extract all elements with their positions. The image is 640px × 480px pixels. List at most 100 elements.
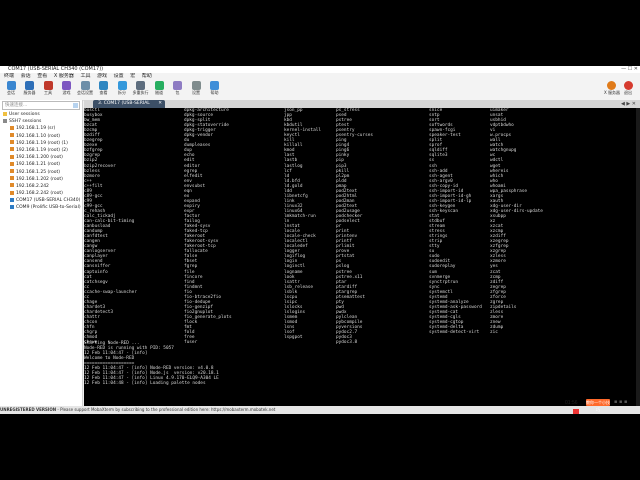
toolbar-button-label: 会话设置	[77, 90, 93, 95]
session-item[interactable]: SSH7 sessions	[0, 118, 82, 125]
window-title: COM17 (USB-SERIAL CH340 (COM17))	[8, 66, 104, 72]
menu-xserver[interactable]: X 服务器	[54, 73, 74, 79]
ssh-session-icon	[10, 161, 14, 166]
session-item[interactable]: 192.168.1.19 (sr)	[0, 125, 82, 132]
toolbar-button-label: 查看	[99, 90, 108, 95]
toolbar-button[interactable]: 服务器	[21, 81, 39, 96]
session-item-label: COM17 (USB-SERIAL CH340)	[16, 198, 81, 204]
xserver-button[interactable]: X 服务器	[604, 81, 620, 96]
ssh-session-icon	[10, 125, 14, 130]
exit-button[interactable]: 退出	[621, 81, 635, 96]
toolbar-icon	[154, 81, 164, 90]
session-item-label: 192.168.1.25 (root)	[16, 169, 61, 175]
session-item-label: 192.168.2.242 (root)	[16, 191, 63, 197]
toolbar: 会话 服务器 工具 游戏 会话设置 查看 拆分 多重执行 隧道 包 设置 帮助 X 服务器 退出	[0, 80, 640, 101]
xserver-icon	[606, 81, 616, 90]
session-item[interactable]: 192.168.1.202 (root)	[0, 176, 82, 183]
menu-tools[interactable]: 工具	[80, 73, 90, 79]
brand-icon	[573, 409, 579, 414]
toolbar-button[interactable]: 拆分	[113, 81, 131, 96]
session-item-label: User sessions	[9, 112, 40, 117]
toolbar-button[interactable]: 游戏	[58, 81, 76, 96]
session-item[interactable]: 192.168.1.19 (root) (2)	[0, 147, 82, 154]
folder-icon	[3, 111, 7, 116]
ssh-session-icon	[10, 133, 14, 138]
menu-view[interactable]: 查看	[37, 73, 47, 79]
toolbar-icon	[43, 81, 53, 90]
toolbar-icon	[136, 81, 145, 90]
support-message[interactable]: - Please support MobaXterm by subscribin…	[56, 407, 275, 412]
session-item-label: 192.168.1.21 (root)	[16, 162, 61, 168]
menu-games[interactable]: 游戏	[97, 73, 107, 79]
toolbar-button[interactable]: 隧道	[150, 81, 168, 96]
toolbar-button[interactable]: 会话设置	[76, 81, 94, 96]
menu-help[interactable]: 帮助	[142, 73, 152, 79]
tips-button[interactable]: 教你一个小技巧	[586, 399, 610, 412]
window-controls[interactable]: — ☐ ✕	[621, 66, 638, 73]
close-icon[interactable]: ✕	[158, 100, 162, 108]
toolbar-button[interactable]: 设置	[187, 81, 205, 96]
session-item[interactable]: 192.168.1.10 (root)	[0, 133, 82, 140]
toolbar-button[interactable]: 会话	[2, 81, 20, 96]
title-bar: COM17 (USB-SERIAL CH340 (COM17)) — ☐ ✕	[0, 66, 640, 73]
session-item-label: COM9 (Prolific USB-to-Serial)	[16, 205, 81, 211]
listing-column: json_pp jpp kbd kbdutil kernel-install k…	[284, 108, 322, 341]
tab-nav-controls[interactable]: ◀ ▶ ✕	[621, 100, 636, 108]
tray-icons[interactable]: ▪ ▪ ▪	[614, 399, 627, 405]
session-item[interactable]: 192.168.1.25 (root)	[0, 169, 82, 176]
serial-port-icon	[10, 204, 14, 209]
session-item-label: 192.168.1.10 (root)	[16, 133, 61, 139]
session-item[interactable]: COM9 (Prolific USB-to-Serial)	[0, 204, 82, 211]
tray-area: 教你一个小技巧 ▪ ▪ ▪	[586, 399, 638, 412]
clock: 01:56	[565, 400, 578, 406]
session-item[interactable]: 192.168.1.21 (root)	[0, 161, 82, 168]
menu-sessions[interactable]: 会话	[21, 73, 31, 79]
quick-connect-input[interactable]: 快速连接...	[2, 101, 80, 110]
session-item[interactable]: 192.168.1.19 (root) (1)	[0, 140, 82, 147]
toolbar-button-label: 包	[175, 90, 180, 95]
session-sidebar: 快速连接... User sessions SSH7 sessions 192.16…	[0, 100, 83, 414]
session-item-label: 192.168.2.242	[16, 183, 49, 189]
toolbar-button[interactable]: 查看	[95, 81, 113, 96]
ssh-session-icon	[10, 140, 14, 145]
session-item-label: 192.168.1.19 (root) (1)	[16, 140, 68, 146]
session-item[interactable]: User sessions	[0, 111, 82, 118]
toolbar-button-label: 多重执行	[132, 90, 149, 95]
session-item[interactable]: 192.168.2.242 (root)	[0, 190, 82, 197]
terminal-scrollbar[interactable]	[636, 108, 640, 414]
toolbar-button-label: 游戏	[62, 90, 71, 95]
status-bar: UNREGISTERED VERSION - Please support Mo…	[0, 406, 640, 414]
ssh-session-icon	[10, 190, 14, 195]
session-item-label: 192.168.1.19 (root) (2)	[16, 147, 68, 153]
listing-column: busctl busybox bw_mem bzcat bzcmp bzdiff…	[84, 108, 137, 346]
toolbar-button-label: 拆分	[118, 90, 126, 95]
power-icon	[623, 81, 633, 90]
session-item[interactable]: COM17 (USB-SERIAL CH340)	[0, 197, 82, 204]
session-item[interactable]: 192.168.2.242	[0, 183, 82, 190]
toolbar-icon	[173, 81, 182, 90]
toolbar-button[interactable]: 工具	[39, 81, 57, 96]
toolbar-button-label: 隧道	[155, 90, 163, 95]
toolbar-icon	[80, 81, 90, 90]
toolbar-icon	[25, 81, 34, 90]
menu-terminal[interactable]: 终端	[4, 73, 14, 79]
session-item[interactable]: 192.168.1.200 (root)	[0, 154, 82, 161]
edition-label: UNREGISTERED VERSION	[0, 407, 57, 412]
session-tree: User sessions SSH7 sessions 192.168.1.19 (…	[0, 111, 82, 212]
ssh-session-icon	[10, 147, 14, 152]
listing-column: snice sntp sort softwords spawn-fcgi spe…	[429, 108, 482, 336]
ssh-session-icon	[10, 154, 14, 159]
toolbar-button[interactable]: 帮助	[206, 81, 224, 96]
toolbar-button-label: 退出	[624, 90, 632, 95]
toolbar-button-label: 会话	[7, 90, 15, 95]
menu-settings[interactable]: 设置	[114, 73, 124, 79]
tab-com17[interactable]: 3. COM17 (USB-SERIAL CH34… ✕	[93, 100, 165, 114]
toolbar-button[interactable]: 包	[169, 81, 187, 96]
node-red-log: Starting Node-RED ... Node-RED is runnin…	[84, 341, 219, 386]
search-icon[interactable]	[73, 103, 78, 108]
toolbar-button[interactable]: 多重执行	[132, 81, 150, 96]
terminal-output[interactable]: busctl busybox bw_mem bzcat bzcmp bzdiff…	[84, 108, 636, 414]
menu-macros[interactable]: 宏	[130, 73, 135, 79]
toolbar-icon	[99, 81, 108, 90]
menu-bar: 终端 会话 查看 X 服务器 工具 游戏 设置 宏 帮助	[0, 73, 640, 80]
